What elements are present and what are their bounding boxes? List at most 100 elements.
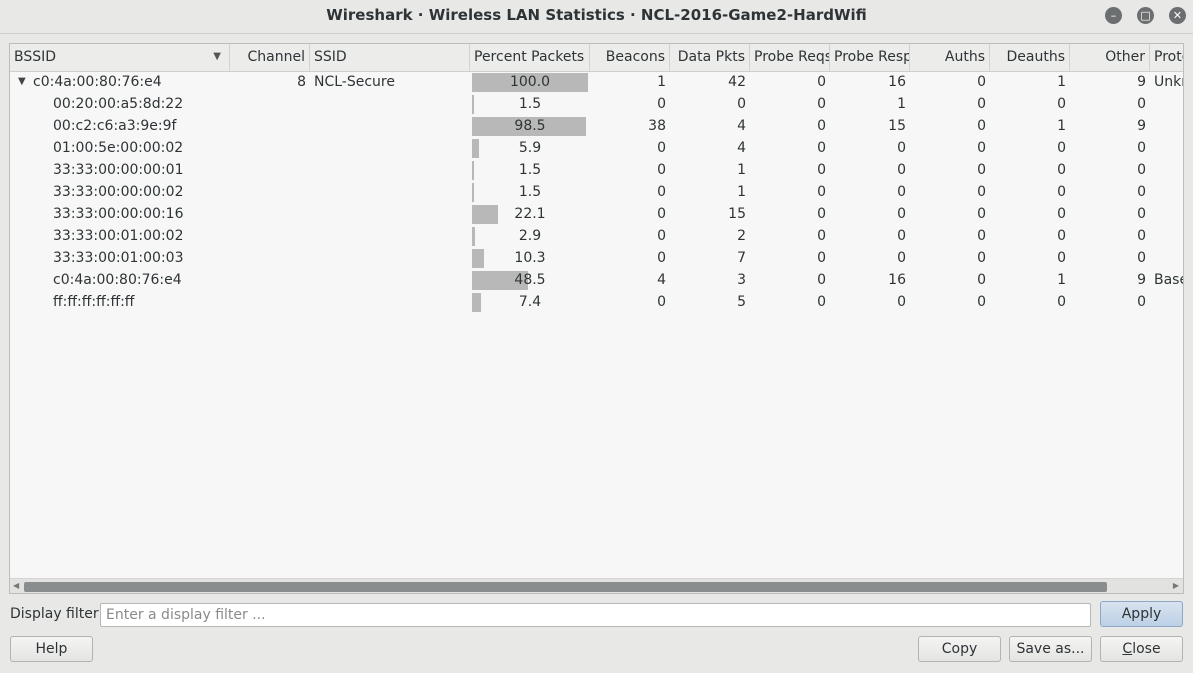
cell-beacons: 1 <box>657 74 666 90</box>
table-row[interactable]: 33:33:00:01:00:02 2.9 0 2 0 0 0 0 0 <box>10 225 1183 247</box>
minimize-icon[interactable]: – <box>1105 7 1122 24</box>
percent-packets-cell: 1.5 <box>470 93 590 115</box>
cell-beacons: 0 <box>657 96 666 112</box>
cell-data: 4 <box>737 118 746 134</box>
cell-protocol <box>1150 225 1183 247</box>
cell-ssid <box>310 269 470 291</box>
cell-data: 0 <box>737 96 746 112</box>
column-header-other[interactable]: Other <box>1070 44 1150 71</box>
percent-value: 100.0 <box>509 74 551 90</box>
cell-beacons: 38 <box>648 118 666 134</box>
percent-value: 7.4 <box>518 294 542 310</box>
table-header: BSSID ▼ Channel SSID Percent Packets Bea… <box>10 44 1183 72</box>
cell-probe-resp: 1 <box>897 96 906 112</box>
cell-data: 1 <box>737 184 746 200</box>
cell-bssid: 00:c2:c6:a3:9e:9f <box>53 118 177 134</box>
cell-bssid: 00:20:00:a5:8d:22 <box>53 96 184 112</box>
cell-probe-reqs: 0 <box>817 272 826 288</box>
cell-auths: 0 <box>977 96 986 112</box>
expander-icon[interactable]: ▼ <box>18 71 26 93</box>
table-row[interactable]: 00:20:00:a5:8d:22 1.5 0 0 0 1 0 0 0 <box>10 93 1183 115</box>
cell-probe-reqs: 0 <box>817 250 826 266</box>
copy-button[interactable]: Copy <box>918 636 1001 662</box>
column-header-channel[interactable]: Channel <box>230 44 310 71</box>
close-button[interactable]: Close <box>1100 636 1183 662</box>
cell-ssid: NCL-Secure <box>314 74 395 90</box>
table-row[interactable]: 33:33:00:00:00:02 1.5 0 1 0 0 0 0 0 <box>10 181 1183 203</box>
column-header-probe-resp[interactable]: Probe Resp <box>830 44 910 71</box>
percent-value: 48.5 <box>514 272 546 288</box>
cell-ssid <box>310 137 470 159</box>
percent-packets-cell: 1.5 <box>470 181 590 203</box>
cell-bssid: c0:4a:00:80:76:e4 <box>33 74 162 90</box>
display-filter-input[interactable] <box>100 603 1091 627</box>
cell-auths: 0 <box>977 162 986 178</box>
column-header-percent-packets[interactable]: Percent Packets <box>470 44 590 71</box>
column-header-bssid[interactable]: BSSID ▼ <box>10 44 230 71</box>
wlan-stats-table[interactable]: BSSID ▼ Channel SSID Percent Packets Bea… <box>9 43 1184 594</box>
column-header-beacons[interactable]: Beacons <box>590 44 670 71</box>
cell-probe-resp: 0 <box>897 184 906 200</box>
percent-value: 1.5 <box>518 96 542 112</box>
column-header-ssid[interactable]: SSID <box>310 44 470 71</box>
cell-protocol <box>1150 137 1183 159</box>
cell-probe-resp: 16 <box>888 74 906 90</box>
horizontal-scrollbar[interactable]: ◀ ▶ <box>10 578 1183 593</box>
percent-value: 5.9 <box>518 140 542 156</box>
cell-protocol <box>1150 247 1183 269</box>
cell-channel <box>230 137 310 159</box>
cell-data: 1 <box>737 162 746 178</box>
cell-protocol <box>1150 115 1183 137</box>
cell-deauths: 0 <box>1057 206 1066 222</box>
help-button[interactable]: Help <box>10 636 93 662</box>
table-row[interactable]: 33:33:00:00:00:01 1.5 0 1 0 0 0 0 0 <box>10 159 1183 181</box>
close-icon[interactable]: ✕ <box>1169 7 1186 24</box>
cell-ssid <box>310 93 470 115</box>
cell-auths: 0 <box>977 272 986 288</box>
cell-deauths: 0 <box>1057 96 1066 112</box>
cell-ssid <box>310 225 470 247</box>
table-row[interactable]: ▼ c0:4a:00:80:76:e4 100.0 8 NCL-Secure 1 42 0 16… <box>10 71 1183 93</box>
cell-ssid <box>310 203 470 225</box>
cell-channel <box>230 291 310 313</box>
cell-ssid <box>310 115 470 137</box>
cell-deauths: 0 <box>1057 184 1066 200</box>
cell-probe-reqs: 0 <box>817 96 826 112</box>
cell-protocol <box>1150 93 1183 115</box>
column-header-data-pkts[interactable]: Data Pkts <box>670 44 750 71</box>
cell-probe-reqs: 0 <box>817 118 826 134</box>
cell-other: 0 <box>1137 184 1146 200</box>
column-header-protocol[interactable]: Proto <box>1150 44 1183 71</box>
cell-ssid <box>310 291 470 313</box>
scroll-left-icon[interactable]: ◀ <box>13 579 19 593</box>
cell-deauths: 0 <box>1057 294 1066 310</box>
cell-data: 5 <box>737 294 746 310</box>
scrollbar-thumb[interactable] <box>24 582 1107 592</box>
apply-button[interactable]: Apply <box>1100 601 1183 627</box>
cell-auths: 0 <box>977 184 986 200</box>
table-row[interactable]: 01:00:5e:00:00:02 5.9 0 4 0 0 0 0 0 <box>10 137 1183 159</box>
cell-channel <box>230 93 310 115</box>
scroll-right-icon[interactable]: ▶ <box>1173 579 1179 593</box>
column-header-auths[interactable]: Auths <box>910 44 990 71</box>
save-as-button[interactable]: Save as... <box>1009 636 1092 662</box>
table-row[interactable]: 33:33:00:01:00:03 10.3 0 7 0 0 0 0 0 <box>10 247 1183 269</box>
cell-channel <box>230 269 310 291</box>
percent-packets-cell: 5.9 <box>470 137 590 159</box>
cell-other: 0 <box>1137 162 1146 178</box>
maximize-glyph: □ <box>1140 9 1151 22</box>
table-row[interactable]: c0:4a:00:80:76:e4 48.5 4 3 0 16 0 1 9 Base <box>10 269 1183 291</box>
cell-beacons: 0 <box>657 250 666 266</box>
maximize-icon[interactable]: □ <box>1137 7 1154 24</box>
cell-channel <box>230 203 310 225</box>
cell-deauths: 0 <box>1057 140 1066 156</box>
cell-probe-resp: 15 <box>888 118 906 134</box>
cell-ssid <box>310 181 470 203</box>
table-row[interactable]: 33:33:00:00:00:16 22.1 0 15 0 0 0 0 0 <box>10 203 1183 225</box>
column-header-deauths[interactable]: Deauths <box>990 44 1070 71</box>
table-row[interactable]: ff:ff:ff:ff:ff:ff 7.4 0 5 0 0 0 0 0 <box>10 291 1183 313</box>
column-header-probe-reqs[interactable]: Probe Reqs <box>750 44 830 71</box>
sort-descending-icon: ▼ <box>213 51 221 62</box>
cell-channel <box>230 115 310 137</box>
table-row[interactable]: 00:c2:c6:a3:9e:9f 98.5 38 4 0 15 0 1 9 <box>10 115 1183 137</box>
